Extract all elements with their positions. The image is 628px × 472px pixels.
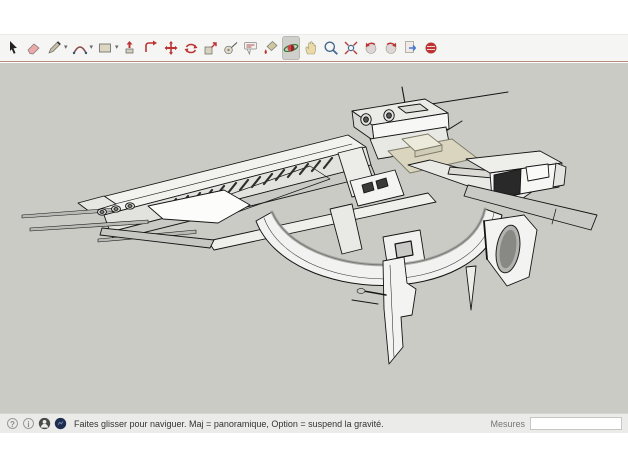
pan-tool[interactable] [302,36,320,60]
zoom-extents-tool[interactable] [342,36,360,60]
offset-tool-icon [143,40,159,56]
rotate-tool-icon [183,40,199,56]
paint-bucket-tool-icon [263,40,279,56]
line-tool[interactable] [45,36,63,60]
measurements-label: Mesures [490,419,525,429]
previous-view-tool-icon [363,40,379,56]
select-tool-icon [6,40,22,56]
tape-measure-tool-icon [223,40,239,56]
measurements-input[interactable] [530,417,622,430]
export-view-tool[interactable] [402,36,420,60]
toolbar: ▾ ▾ ▾ [0,35,628,62]
next-view-tool[interactable] [382,36,400,60]
select-tool[interactable] [5,36,23,60]
scale-tool-icon [203,40,219,56]
arc-tool-icon [72,40,88,56]
account-icon[interactable] [38,417,51,430]
zoom-tool[interactable] [322,36,340,60]
eraser-tool[interactable] [25,36,43,60]
window-titlebar [0,0,628,35]
paint-bucket-tool[interactable] [262,36,280,60]
offset-tool[interactable] [142,36,160,60]
pan-tool-icon [303,40,319,56]
scale-tool[interactable] [202,36,220,60]
model-3d-rifle-ship[interactable] [0,63,628,413]
next-view-tool-icon [383,40,399,56]
info-icon[interactable]: i [22,417,35,430]
zoom-extents-tool-icon [343,40,359,56]
logo-icon[interactable] [54,417,67,430]
rectangle-tool-icon [97,40,113,56]
statusbar: ?i Faites glisser pour naviguer. Maj = p… [0,413,628,433]
push-pull-tool-icon [123,40,139,56]
orbit-tool[interactable] [282,36,300,60]
tape-measure-tool[interactable] [222,36,240,60]
arc-tool[interactable] [71,36,89,60]
push-pull-tool[interactable] [122,36,140,60]
warehouse-tool[interactable] [422,36,440,60]
orbit-tool-icon [283,40,299,56]
line-tool-icon [46,40,62,56]
statusbar-hint-text: Faites glisser pour naviguer. Maj = pano… [74,419,384,429]
rectangle-tool-dropdown-arrow[interactable]: ▾ [115,36,119,60]
arc-tool-dropdown-arrow[interactable]: ▾ [90,36,94,60]
warehouse-tool-icon [423,40,439,56]
eraser-tool-icon [26,40,42,56]
move-tool-icon [163,40,179,56]
rectangle-tool[interactable] [96,36,114,60]
help-icon[interactable]: ? [6,417,19,430]
previous-view-tool[interactable] [362,36,380,60]
export-view-tool-icon [403,40,419,56]
text-tool-icon [243,40,259,56]
zoom-tool-icon [323,40,339,56]
statusbar-icons: ?i [6,417,67,430]
line-tool-dropdown-arrow[interactable]: ▾ [64,36,68,60]
model-viewport[interactable] [0,63,628,413]
rotate-tool[interactable] [182,36,200,60]
text-tool[interactable] [242,36,260,60]
move-tool[interactable] [162,36,180,60]
